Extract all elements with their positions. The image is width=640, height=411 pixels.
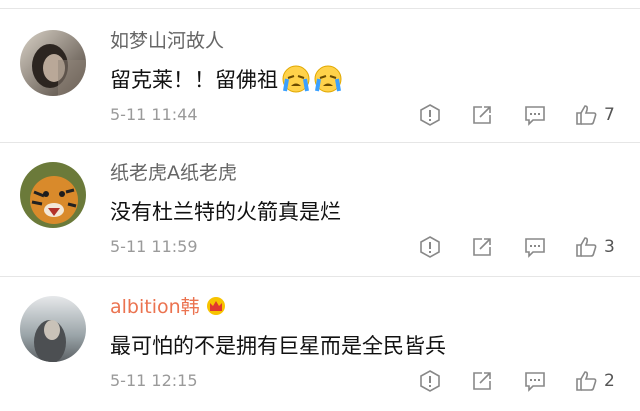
reply-icon — [523, 103, 547, 127]
report-icon — [418, 235, 442, 259]
report-icon — [418, 103, 442, 127]
avatar[interactable] — [20, 296, 86, 362]
comment-item: 如梦山河故人 留克莱！！留佛祖 5-11 11:44 7 — [0, 8, 640, 140]
share-icon — [470, 103, 494, 127]
crying-face-icon — [282, 65, 310, 93]
like-button[interactable]: 2 — [574, 368, 615, 394]
reply-icon — [523, 235, 547, 259]
thumbs-up-icon — [574, 369, 598, 393]
vip-crown-icon — [204, 296, 228, 316]
share-button[interactable] — [470, 102, 494, 128]
comment-item: albition韩 最可怕的不是拥有巨星而是全民皆兵 5-11 12:15 2 — [0, 274, 640, 406]
reply-icon — [523, 369, 547, 393]
comment-text-body: 最可怕的不是拥有巨星而是全民皆兵 — [110, 334, 446, 358]
comment-time: 5-11 12:15 — [110, 371, 198, 390]
comment-time: 5-11 11:59 — [110, 237, 198, 256]
like-count: 2 — [604, 371, 615, 391]
comment-text: 留克莱！！留佛祖 — [110, 64, 342, 94]
like-button[interactable]: 3 — [574, 234, 615, 260]
share-icon — [470, 235, 494, 259]
report-button[interactable] — [418, 234, 442, 260]
like-button[interactable]: 7 — [574, 102, 615, 128]
like-count: 3 — [604, 237, 615, 257]
crying-face-icon — [314, 65, 342, 93]
share-icon — [470, 369, 494, 393]
username[interactable]: 如梦山河故人 — [110, 26, 224, 53]
avatar[interactable] — [20, 162, 86, 228]
report-button[interactable] — [418, 368, 442, 394]
report-icon — [418, 369, 442, 393]
share-button[interactable] — [470, 234, 494, 260]
username[interactable]: 纸老虎A纸老虎 — [110, 158, 237, 185]
like-count: 7 — [604, 105, 615, 125]
report-button[interactable] — [418, 102, 442, 128]
avatar[interactable] — [20, 30, 86, 96]
share-button[interactable] — [470, 368, 494, 394]
comment-item: 纸老虎A纸老虎 没有杜兰特的火箭真是烂 5-11 11:59 3 — [0, 140, 640, 272]
reply-button[interactable] — [523, 234, 547, 260]
thumbs-up-icon — [574, 235, 598, 259]
reply-button[interactable] — [523, 368, 547, 394]
username-text: albition韩 — [110, 296, 200, 318]
thumbs-up-icon — [574, 103, 598, 127]
username[interactable]: albition韩 — [110, 292, 228, 319]
comment-text-body: 留克莱！！留佛祖 — [110, 68, 278, 92]
comment-text-body: 没有杜兰特的火箭真是烂 — [110, 200, 341, 224]
reply-button[interactable] — [523, 102, 547, 128]
comment-time: 5-11 11:44 — [110, 105, 198, 124]
comment-text: 没有杜兰特的火箭真是烂 — [110, 196, 341, 226]
comment-text: 最可怕的不是拥有巨星而是全民皆兵 — [110, 330, 446, 360]
